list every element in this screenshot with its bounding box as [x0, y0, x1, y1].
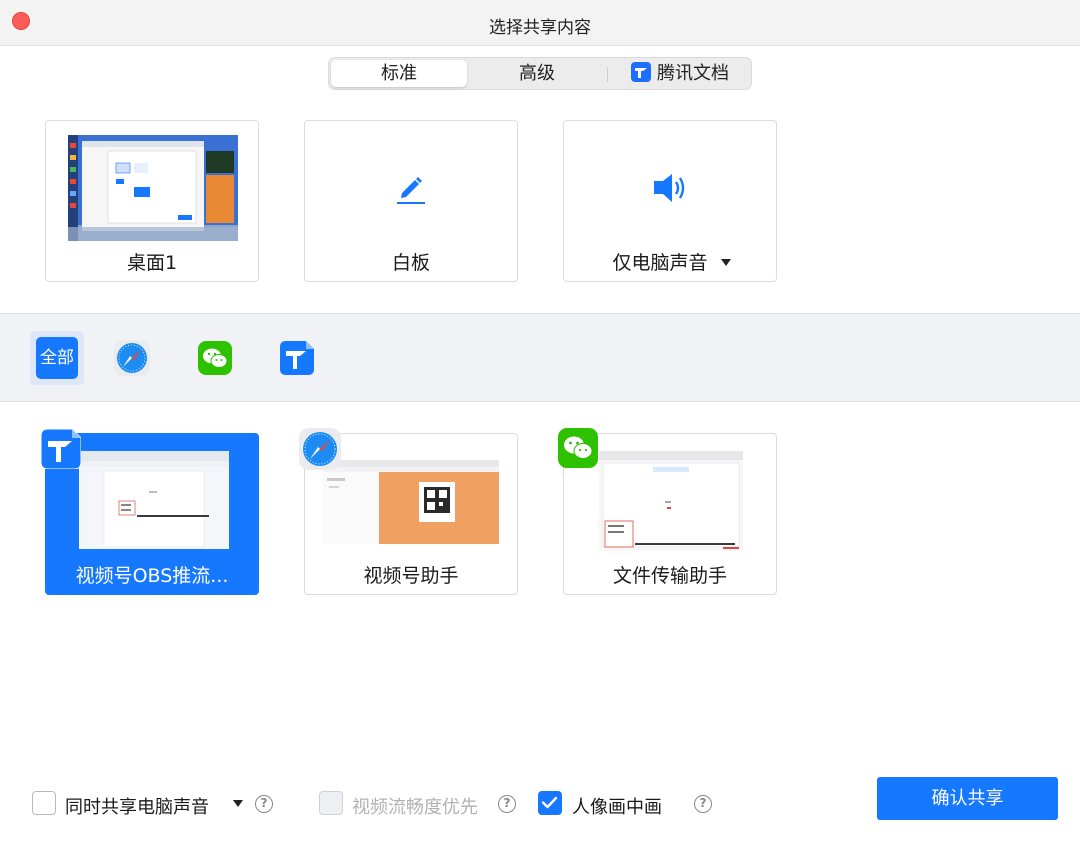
window-card-channels-helper[interactable]: 视频号助手 [299, 428, 518, 595]
whiteboard-card-label: 白板 [391, 252, 430, 274]
desktop-card-label: 桌面1 [126, 252, 178, 274]
share-whiteboard-card[interactable]: 白板 [304, 120, 518, 282]
tab-tencent-docs-label: 腾讯文档 [657, 63, 729, 84]
tab-advanced-label: 高级 [519, 63, 555, 84]
safari-icon [114, 340, 150, 380]
app-filter-bar: 全部 [0, 313, 1080, 402]
title-bar: 选择共享内容 [0, 0, 1080, 46]
pencil-icon [395, 171, 427, 209]
filter-tencent-docs[interactable] [270, 331, 324, 385]
window-card-file-transfer[interactable]: 文件传输助手 [558, 428, 777, 595]
filter-safari[interactable] [105, 331, 159, 385]
pip-label: 人像画中画 [572, 797, 662, 818]
safari-icon [299, 428, 341, 474]
window-title: 选择共享内容 [489, 18, 591, 38]
tencent-docs-icon [40, 428, 82, 473]
window-card-obs-doc[interactable]: 视频号OBS推流... [40, 428, 259, 595]
share-audio-help-icon[interactable]: ? [255, 795, 273, 813]
tencent-docs-icon [631, 62, 651, 82]
share-audio-checkbox[interactable] [32, 791, 56, 815]
desktop-thumbnail [68, 135, 238, 241]
share-mode-tabs: 标准 高级 腾讯文档 [328, 57, 752, 90]
filter-all-label: 全部 [36, 337, 78, 379]
share-audio-dropdown-caret-icon[interactable] [233, 800, 243, 807]
tab-divider [607, 67, 608, 82]
confirm-share-button[interactable]: 确认共享 [877, 777, 1058, 820]
tab-standard[interactable]: 标准 [331, 60, 467, 87]
pip-checkbox[interactable] [538, 791, 562, 815]
share-computer-audio-card[interactable]: 仅电脑声音 [563, 120, 777, 282]
file-transfer-card-label: 文件传输助手 [612, 565, 727, 587]
smooth-video-checkbox [319, 791, 343, 815]
channels-helper-thumbnail [323, 460, 499, 544]
file-transfer-thumbnail [599, 451, 743, 551]
wechat-icon [198, 341, 232, 379]
audio-dropdown-caret-icon[interactable] [721, 259, 731, 266]
wechat-icon [558, 428, 598, 472]
tab-tencent-docs[interactable]: 腾讯文档 [611, 60, 749, 87]
smooth-video-label: 视频流畅度优先 [352, 797, 478, 818]
speaker-icon [652, 171, 688, 209]
tab-standard-label: 标准 [381, 63, 417, 84]
channels-helper-card-label: 视频号助手 [363, 565, 459, 587]
share-desktop-card[interactable]: 桌面1 [45, 120, 259, 282]
obs-doc-card-label: 视频号OBS推流... [75, 565, 229, 587]
tencent-docs-icon [280, 341, 314, 379]
computer-audio-card-label: 仅电脑声音 [612, 252, 708, 274]
smooth-video-help-icon[interactable]: ? [498, 795, 516, 813]
obs-doc-thumbnail [79, 451, 229, 549]
tab-advanced[interactable]: 高级 [469, 60, 605, 87]
pip-help-icon[interactable]: ? [694, 795, 712, 813]
share-audio-label: 同时共享电脑声音 [65, 797, 209, 818]
filter-wechat[interactable] [188, 331, 242, 385]
filter-all[interactable]: 全部 [30, 331, 84, 385]
checkmark-icon [541, 796, 558, 809]
